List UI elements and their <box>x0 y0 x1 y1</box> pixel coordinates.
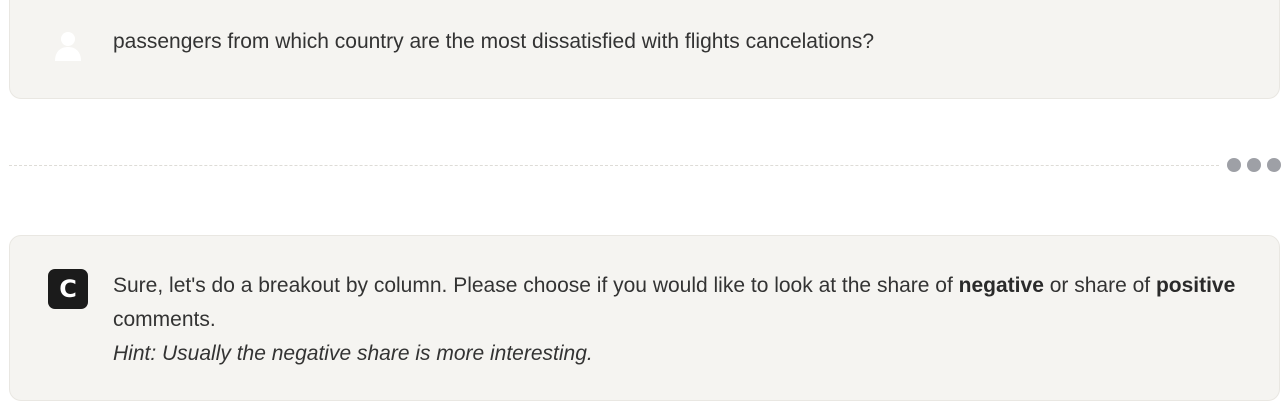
assistant-avatar: C <box>48 269 88 309</box>
assistant-text-part3: comments. <box>113 308 216 331</box>
dot <box>1247 158 1261 172</box>
message-divider <box>9 165 1219 166</box>
dot <box>1227 158 1241 172</box>
assistant-avatar-letter: C <box>59 275 77 303</box>
more-dots-icon[interactable] <box>1227 158 1281 172</box>
negative-option-label: negative <box>958 274 1044 297</box>
assistant-text-part2: or share of <box>1043 274 1156 297</box>
user-message-text: passengers from which country are the mo… <box>113 30 875 53</box>
user-icon <box>52 29 84 61</box>
chat-page: passengers from which country are the mo… <box>0 0 1288 410</box>
assistant-text-part1: Sure, let's do a breakout by column. Ple… <box>113 274 959 297</box>
dot <box>1267 158 1281 172</box>
assistant-message-card: C Sure, let's do a breakout by column. P… <box>9 235 1280 401</box>
user-message-card: passengers from which country are the mo… <box>9 0 1280 99</box>
positive-option-label: positive <box>1155 274 1236 297</box>
assistant-hint: Hint: Usually the negative share is more… <box>113 342 593 365</box>
assistant-message-text: Sure, let's do a breakout by column. Ple… <box>113 269 1263 371</box>
